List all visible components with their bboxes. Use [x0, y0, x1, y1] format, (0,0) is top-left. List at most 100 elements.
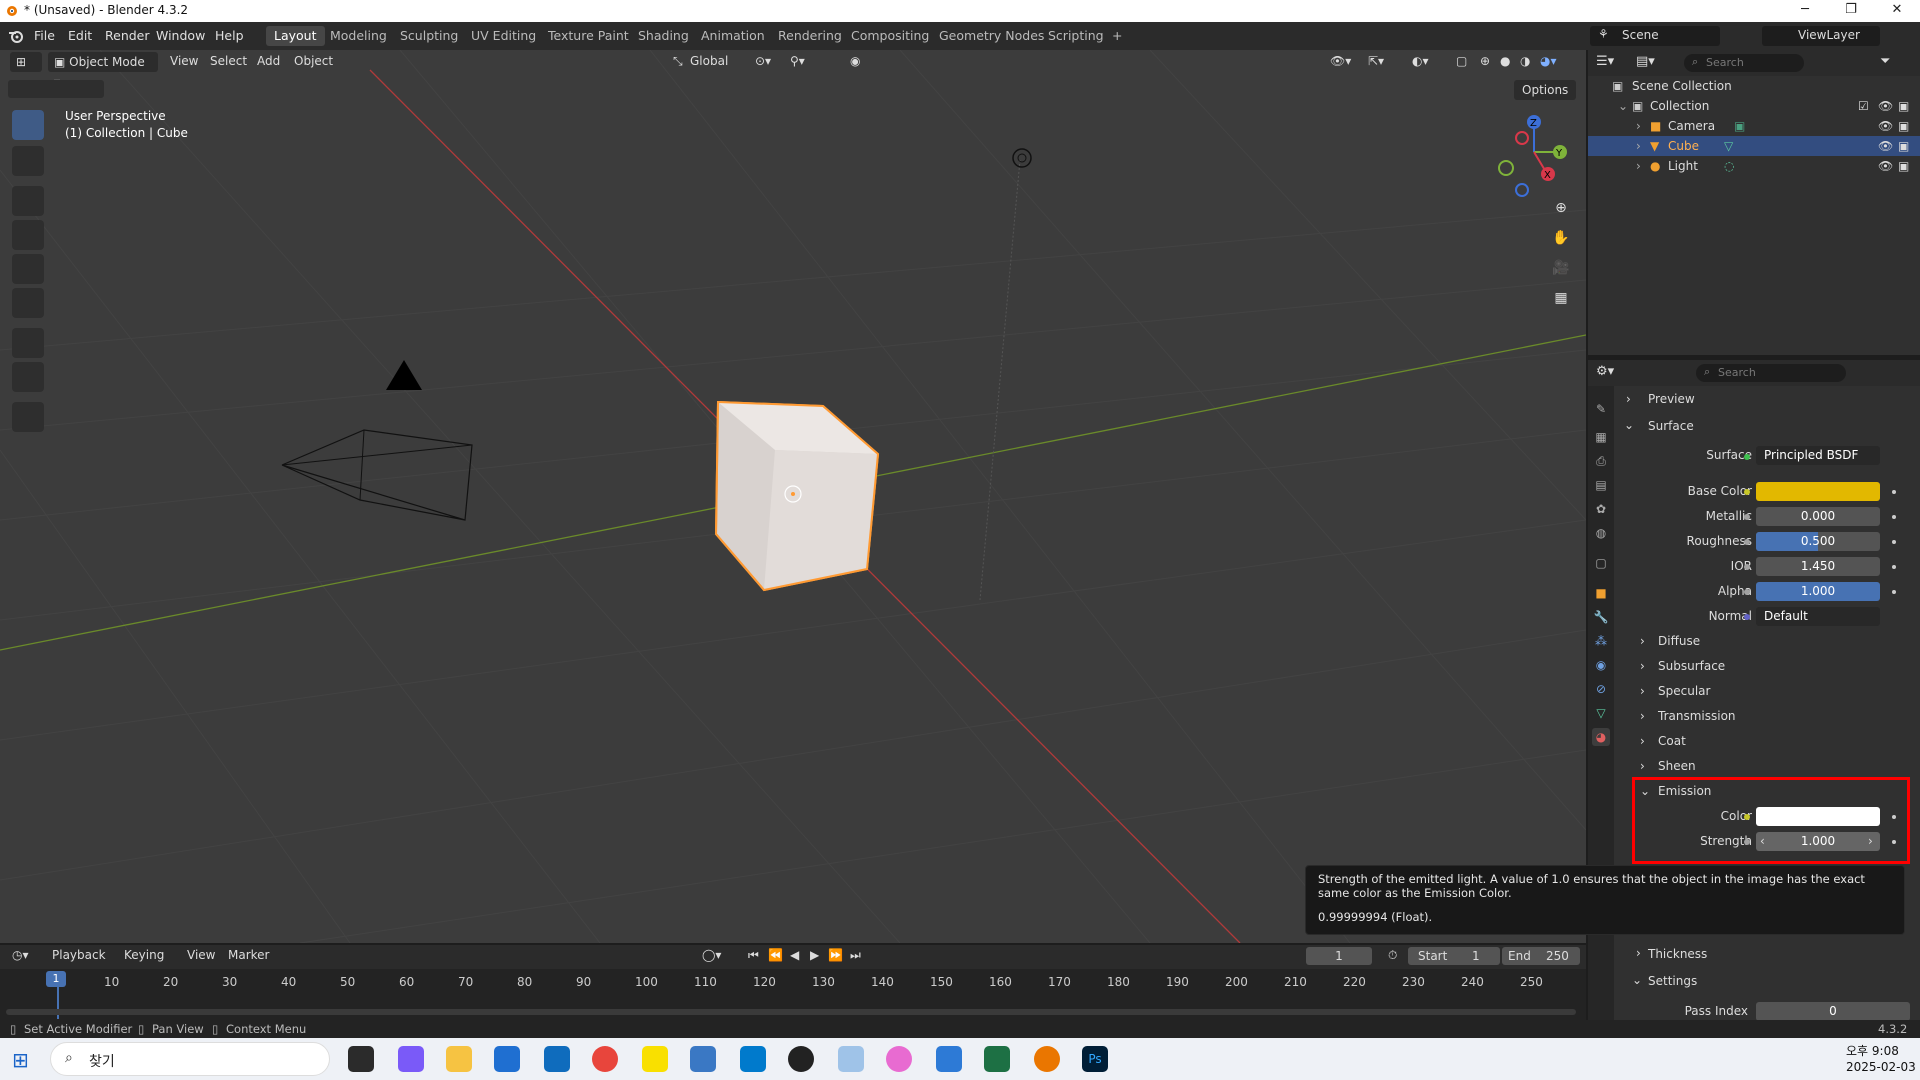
roughness-field[interactable]: 0.500	[1756, 532, 1880, 551]
modifier-tab-icon[interactable]: 🔧	[1592, 608, 1610, 626]
select-mode-group[interactable]	[8, 80, 104, 98]
snap-icon[interactable]: ⚲▾	[790, 54, 805, 68]
particles-tab-icon[interactable]: ⁂	[1592, 632, 1610, 650]
kakaotalk-icon[interactable]	[642, 1046, 668, 1072]
properties-editor-icon[interactable]: ⚙▾	[1596, 364, 1614, 379]
navigation-gizmo[interactable]: Z Y X	[1490, 110, 1580, 200]
tab-animation[interactable]: Animation	[693, 26, 773, 46]
checkbox-icon[interactable]: ☑	[1858, 96, 1869, 116]
playhead-frame[interactable]: 1	[46, 971, 66, 987]
3d-viewport[interactable]: ⊞ ▣ Object Mode ▾ View Select Add Object…	[0, 50, 1586, 943]
cube-object[interactable]	[714, 400, 880, 592]
outliner-item-light[interactable]: › ● Light ◌ 👁 ▣	[1588, 156, 1920, 176]
keyframe-dot[interactable]	[1892, 815, 1896, 819]
section-settings[interactable]: Settings	[1648, 974, 1697, 988]
render-camera-icon[interactable]: ▣	[1898, 136, 1909, 156]
viewport-scene[interactable]	[0, 50, 1586, 943]
data-tab-icon[interactable]: ▽	[1592, 704, 1610, 722]
options-dropdown[interactable]: Options	[1514, 80, 1576, 100]
timeline-scrollbar[interactable]	[6, 1009, 1576, 1015]
metallic-field[interactable]: 0.000	[1756, 507, 1880, 526]
section-preview[interactable]: Preview	[1648, 392, 1695, 406]
menu-keying[interactable]: Keying	[124, 948, 164, 962]
light-object[interactable]	[1012, 148, 1032, 168]
world-tab-icon[interactable]: ◍	[1592, 524, 1610, 542]
display-mode-icon[interactable]: ▤▾	[1636, 54, 1655, 69]
menu-select[interactable]: Select	[210, 54, 247, 68]
collection-tab-icon[interactable]: ▢	[1592, 554, 1610, 572]
menu-edit[interactable]: Edit	[68, 28, 92, 43]
keyframe-dot[interactable]	[1892, 490, 1896, 494]
photoshop-icon[interactable]: Ps	[1082, 1046, 1108, 1072]
xray-icon[interactable]: ▢	[1456, 54, 1467, 68]
properties-search-input[interactable]: ⌕ Search	[1696, 364, 1846, 382]
menu-window[interactable]: Window	[156, 28, 205, 43]
section-thickness[interactable]: Thickness	[1648, 947, 1707, 961]
current-frame-field[interactable]: 1	[1306, 947, 1372, 965]
tab-modeling[interactable]: Modeling	[322, 26, 395, 46]
annotate-tool[interactable]	[12, 328, 44, 358]
end-frame-field[interactable]: End 250	[1502, 947, 1580, 965]
menu-file[interactable]: File	[34, 28, 55, 43]
section-diffuse[interactable]: Diffuse	[1658, 634, 1700, 648]
camera-object[interactable]	[281, 360, 473, 521]
section-sheen[interactable]: Sheen	[1658, 759, 1696, 773]
object-mode-dropdown[interactable]: ▣ Object Mode ▾	[48, 52, 158, 89]
measure-tool[interactable]	[12, 362, 44, 392]
copilot-icon[interactable]	[398, 1046, 424, 1072]
solid-shading-icon[interactable]: ●	[1500, 54, 1510, 68]
normal-field[interactable]: Default	[1756, 607, 1880, 626]
auto-keying-icon[interactable]: ◯▾	[702, 948, 721, 962]
overlay-toggle-icon[interactable]: ◐▾	[1412, 54, 1429, 68]
ior-field[interactable]: 1.450	[1756, 557, 1880, 576]
recorder-icon[interactable]	[788, 1046, 814, 1072]
chevron-right-icon[interactable]: ›	[1868, 832, 1873, 851]
keyframe-dot[interactable]	[1892, 540, 1896, 544]
app-icon[interactable]	[838, 1046, 864, 1072]
blender-taskbar-icon[interactable]	[1034, 1046, 1060, 1072]
maximize-button[interactable]: ❐	[1828, 0, 1874, 22]
vscode-icon[interactable]	[740, 1046, 766, 1072]
material-tab-icon[interactable]: ◕	[1592, 728, 1610, 746]
play-reverse-icon[interactable]: ◀	[790, 948, 799, 962]
keyframe-dot[interactable]	[1892, 515, 1896, 519]
tab-geometry-nodes[interactable]: Geometry Nodes	[931, 26, 1052, 46]
filter-icon[interactable]: ⏷	[1880, 54, 1890, 69]
tab-compositing[interactable]: Compositing	[843, 26, 937, 46]
task-view-icon[interactable]	[348, 1046, 374, 1072]
gizmo-toggle-icon[interactable]: ⇱▾	[1368, 54, 1384, 68]
physics-tab-icon[interactable]: ◉	[1592, 656, 1610, 674]
menu-object[interactable]: Object	[294, 54, 333, 68]
store-icon[interactable]	[494, 1046, 520, 1072]
section-coat[interactable]: Coat	[1658, 734, 1686, 748]
scene-tab-icon[interactable]: ✿	[1592, 500, 1610, 518]
emission-strength-field[interactable]: ‹ 1.000 ›	[1756, 832, 1880, 851]
close-button[interactable]: ✕	[1874, 0, 1920, 22]
menu-view[interactable]: View	[170, 54, 198, 68]
menu-timeline-view[interactable]: View	[187, 948, 215, 962]
eye-icon[interactable]: 👁	[1878, 96, 1893, 116]
output-tab-icon[interactable]: ⎙	[1592, 452, 1610, 470]
select-box-tool[interactable]	[12, 110, 44, 140]
outlook-icon[interactable]	[544, 1046, 570, 1072]
eye-icon[interactable]: 👁	[1878, 116, 1893, 136]
tool-tab-icon[interactable]: ✎	[1592, 400, 1610, 418]
jump-keyframe-back-icon[interactable]: ⏪	[768, 948, 783, 962]
calculator-icon[interactable]	[690, 1046, 716, 1072]
cursor-tool[interactable]	[12, 146, 44, 176]
chrome-icon[interactable]	[592, 1046, 618, 1072]
blender-menu-icon[interactable]	[8, 29, 24, 43]
visibility-icon[interactable]: 👁▾	[1330, 54, 1351, 68]
outliner-item-camera[interactable]: › ■ Camera ▣ 👁 ▣	[1588, 116, 1920, 136]
play-icon[interactable]: ▶	[810, 948, 819, 962]
timeline-editor-icon[interactable]: ◷▾	[12, 948, 29, 962]
windows-start-icon[interactable]: ⊞	[12, 1048, 29, 1072]
tab-uv-editing[interactable]: UV Editing	[463, 26, 544, 46]
excel-icon[interactable]	[984, 1046, 1010, 1072]
material-shading-icon[interactable]: ◑	[1520, 54, 1530, 68]
preview-range-icon[interactable]: ⏱	[1388, 948, 1397, 963]
view-layer-tab-icon[interactable]: ▤	[1592, 476, 1610, 494]
section-subsurface[interactable]: Subsurface	[1658, 659, 1725, 673]
keyframe-dot[interactable]	[1892, 590, 1896, 594]
object-tab-icon[interactable]: ■	[1592, 584, 1610, 602]
